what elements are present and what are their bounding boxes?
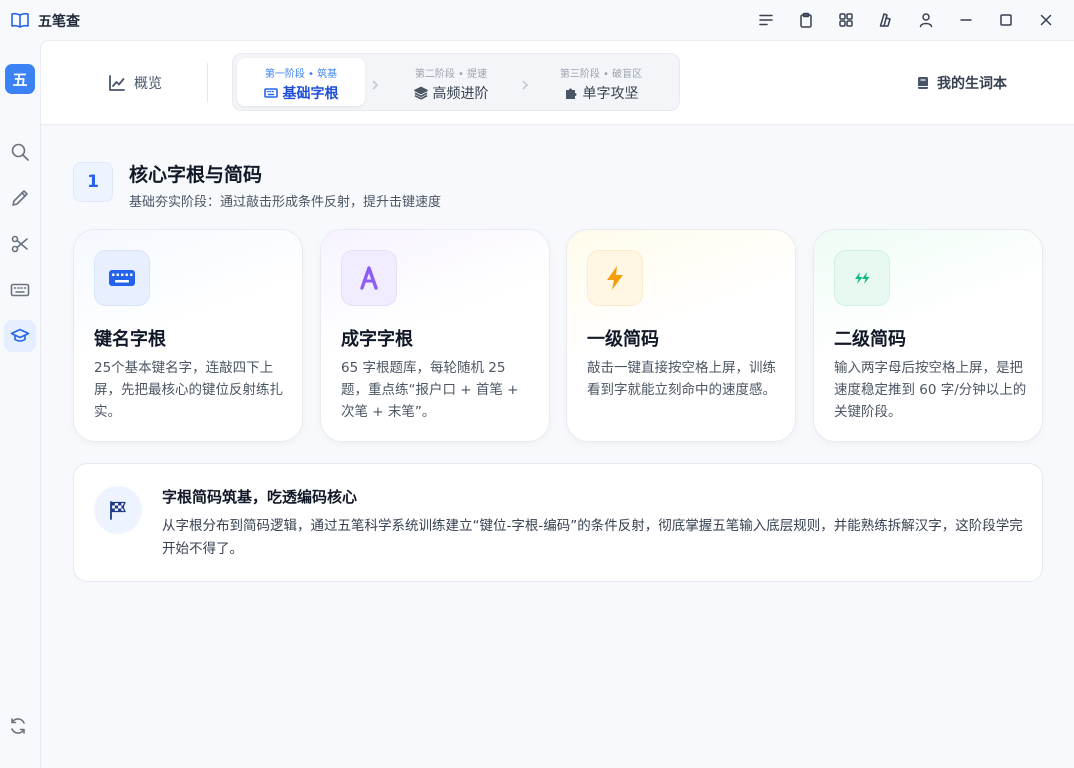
banner-icon [94, 486, 142, 534]
menu-icon [759, 14, 773, 26]
stage-3-label: 单字攻坚 [582, 86, 639, 102]
stage-summary-banner: 字根简码筑基，吃透编码核心 从字根分布到简码逻辑，通过五笔科学系统训练建立“键位… [73, 463, 1043, 582]
card-char-roots[interactable]: 成字字根 65 字根题库，每轮随机 25 题，重点练“报户口 + 首笔 + 次笔… [320, 229, 550, 442]
tab-stage-3[interactable]: 第三阶段 • 破盲区 单字攻坚 [537, 58, 665, 106]
user-button[interactable] [906, 0, 946, 40]
card-icon-box [587, 250, 643, 306]
book-icon [918, 77, 928, 89]
banner-description: 从字根分布到简码逻辑，通过五笔科学系统训练建立“键位-字根-编码”的条件反射，彻… [162, 518, 1023, 557]
grid-button[interactable] [826, 0, 866, 40]
minimize-icon [960, 19, 972, 21]
minimize-button[interactable] [946, 0, 986, 40]
user-icon [919, 13, 933, 28]
graduation-cap-icon [10, 328, 30, 342]
card-description: 输入两字母后按空格上屏，是把速度稳定推到 60 字/分钟以上的关键阶段。 [834, 360, 1027, 420]
overview-link[interactable]: 概览 [108, 73, 162, 93]
lightning-icon [607, 266, 623, 290]
open-book-icon [11, 12, 29, 28]
sidebar-item-search[interactable] [4, 136, 36, 168]
card-icon-box [834, 250, 890, 306]
card-level1-shortcode[interactable]: 一级简码 敲击一键直接按空格上屏，训练看到字就能立刻命中的速度感。 [566, 229, 796, 442]
sidebar-refresh[interactable] [8, 716, 32, 740]
stage-2-label: 高频进阶 [432, 86, 489, 102]
card-title: 成字字根 [341, 329, 413, 350]
nav-divider [207, 63, 208, 103]
logo-char: 五 [12, 70, 28, 89]
sidebar-item-learn[interactable] [4, 320, 36, 352]
close-button[interactable] [1026, 0, 1066, 40]
clipboard-icon [800, 12, 812, 28]
letter-a-icon [360, 266, 378, 290]
card-icon-box [94, 250, 150, 306]
clipboard-button[interactable] [786, 0, 826, 40]
scissors-icon [11, 235, 28, 253]
sidebar-item-keyboard[interactable] [4, 274, 36, 306]
theme-button[interactable] [866, 0, 906, 40]
refresh-icon [11, 718, 25, 734]
section-subtitle: 基础夯实阶段：通过敲击形成条件反射，提升击键速度 [129, 195, 442, 210]
grid-icon [839, 13, 853, 27]
card-level2-shortcode[interactable]: 二级简码 输入两字母后按空格上屏，是把速度稳定推到 60 字/分钟以上的关键阶段… [813, 229, 1043, 442]
overview-label: 概览 [134, 76, 162, 92]
stage-switcher: 第一阶段 • 筑基 基础字根 第二阶段 • 提速 高频进阶 第三阶段 • 破盲区… [232, 53, 680, 111]
top-nav: 概览 第一阶段 • 筑基 基础字根 第二阶段 • 提速 高频进阶 第三阶段 • … [41, 41, 1074, 125]
card-description: 敲击一键直接按空格上屏，训练看到字就能立刻命中的速度感。 [587, 360, 776, 398]
menu-button[interactable] [746, 0, 786, 40]
vocab-label: 我的生词本 [937, 76, 1007, 92]
main-content: 概览 第一阶段 • 筑基 基础字根 第二阶段 • 提速 高频进阶 第三阶段 • … [40, 40, 1074, 768]
puzzle-icon [565, 88, 576, 99]
stage-1-sub: 第一阶段 • 筑基 [264, 69, 338, 80]
title-bar: 五笔查 [0, 0, 1074, 40]
maximize-icon [1000, 14, 1012, 26]
card-title: 二级简码 [834, 329, 906, 350]
chevron-right-icon [369, 76, 381, 90]
stage-2-sub: 第二阶段 • 提速 [414, 69, 488, 80]
keyboard-icon [10, 283, 30, 297]
chart-line-icon [109, 75, 125, 91]
layers-icon [413, 86, 428, 100]
double-lightning-icon [855, 272, 870, 284]
vocab-book-link[interactable]: 我的生词本 [916, 73, 1007, 93]
card-icon-box [341, 250, 397, 306]
tab-stage-1[interactable]: 第一阶段 • 筑基 基础字根 [237, 58, 365, 106]
theme-icon [879, 13, 891, 27]
card-key-name-roots[interactable]: 键名字根 25个基本键名字，连敲四下上屏，先把最核心的键位反射练扎实。 [73, 229, 303, 442]
card-title: 键名字根 [94, 329, 166, 350]
app-title: 五笔查 [38, 14, 80, 30]
chevron-right-icon [519, 76, 531, 90]
maximize-button[interactable] [986, 0, 1026, 40]
app-window: 五笔查 五 概览 第一阶段 • 筑基 基础字根 第二阶段 • 提速 高频进阶 第… [0, 0, 1074, 768]
sidebar: 五 [0, 40, 40, 768]
pencil-icon [12, 190, 28, 206]
keyboard-icon [263, 88, 278, 98]
sidebar-item-split[interactable] [4, 228, 36, 260]
section-number: 1 [73, 162, 113, 202]
stage-3-sub: 第三阶段 • 破盲区 [559, 69, 643, 80]
close-icon [1040, 14, 1052, 26]
card-title: 一级简码 [587, 329, 659, 350]
app-logo[interactable]: 五 [5, 64, 35, 94]
card-description: 65 字根题库，每轮随机 25 题，重点练“报户口 + 首笔 + 次笔 + 末笔… [341, 360, 519, 420]
banner-title: 字根简码筑基，吃透编码核心 [162, 488, 358, 506]
tab-stage-2[interactable]: 第二阶段 • 提速 高频进阶 [387, 58, 515, 106]
section-title: 核心字根与简码 [129, 164, 263, 186]
stage-1-label: 基础字根 [282, 86, 339, 102]
search-icon [11, 143, 29, 161]
checkered-flag-icon [110, 501, 126, 520]
card-description: 25个基本键名字，连敲四下上屏，先把最核心的键位反射练扎实。 [94, 360, 283, 420]
sidebar-item-edit[interactable] [4, 182, 36, 214]
keyboard-icon [109, 270, 135, 286]
